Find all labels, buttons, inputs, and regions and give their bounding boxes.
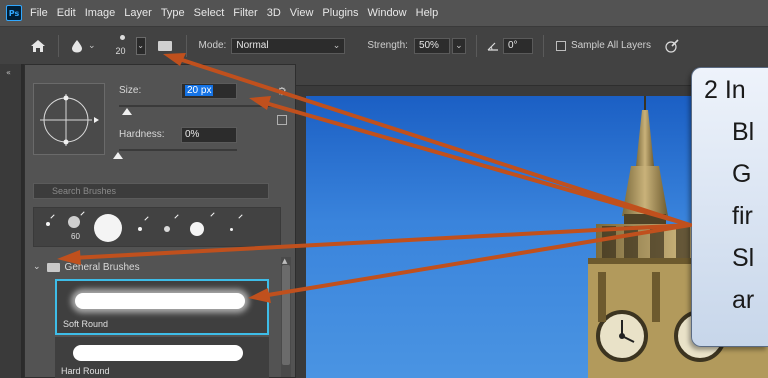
arrow-to-brush-picker xyxy=(174,56,692,227)
arrowhead-general-brushes xyxy=(57,250,81,265)
arrowhead-soft-round xyxy=(248,288,271,303)
arrowhead-brush-picker xyxy=(163,53,186,66)
arrowhead-size-field xyxy=(249,96,271,110)
annotation-arrows xyxy=(57,53,692,303)
arrow-to-size-field xyxy=(260,100,692,227)
